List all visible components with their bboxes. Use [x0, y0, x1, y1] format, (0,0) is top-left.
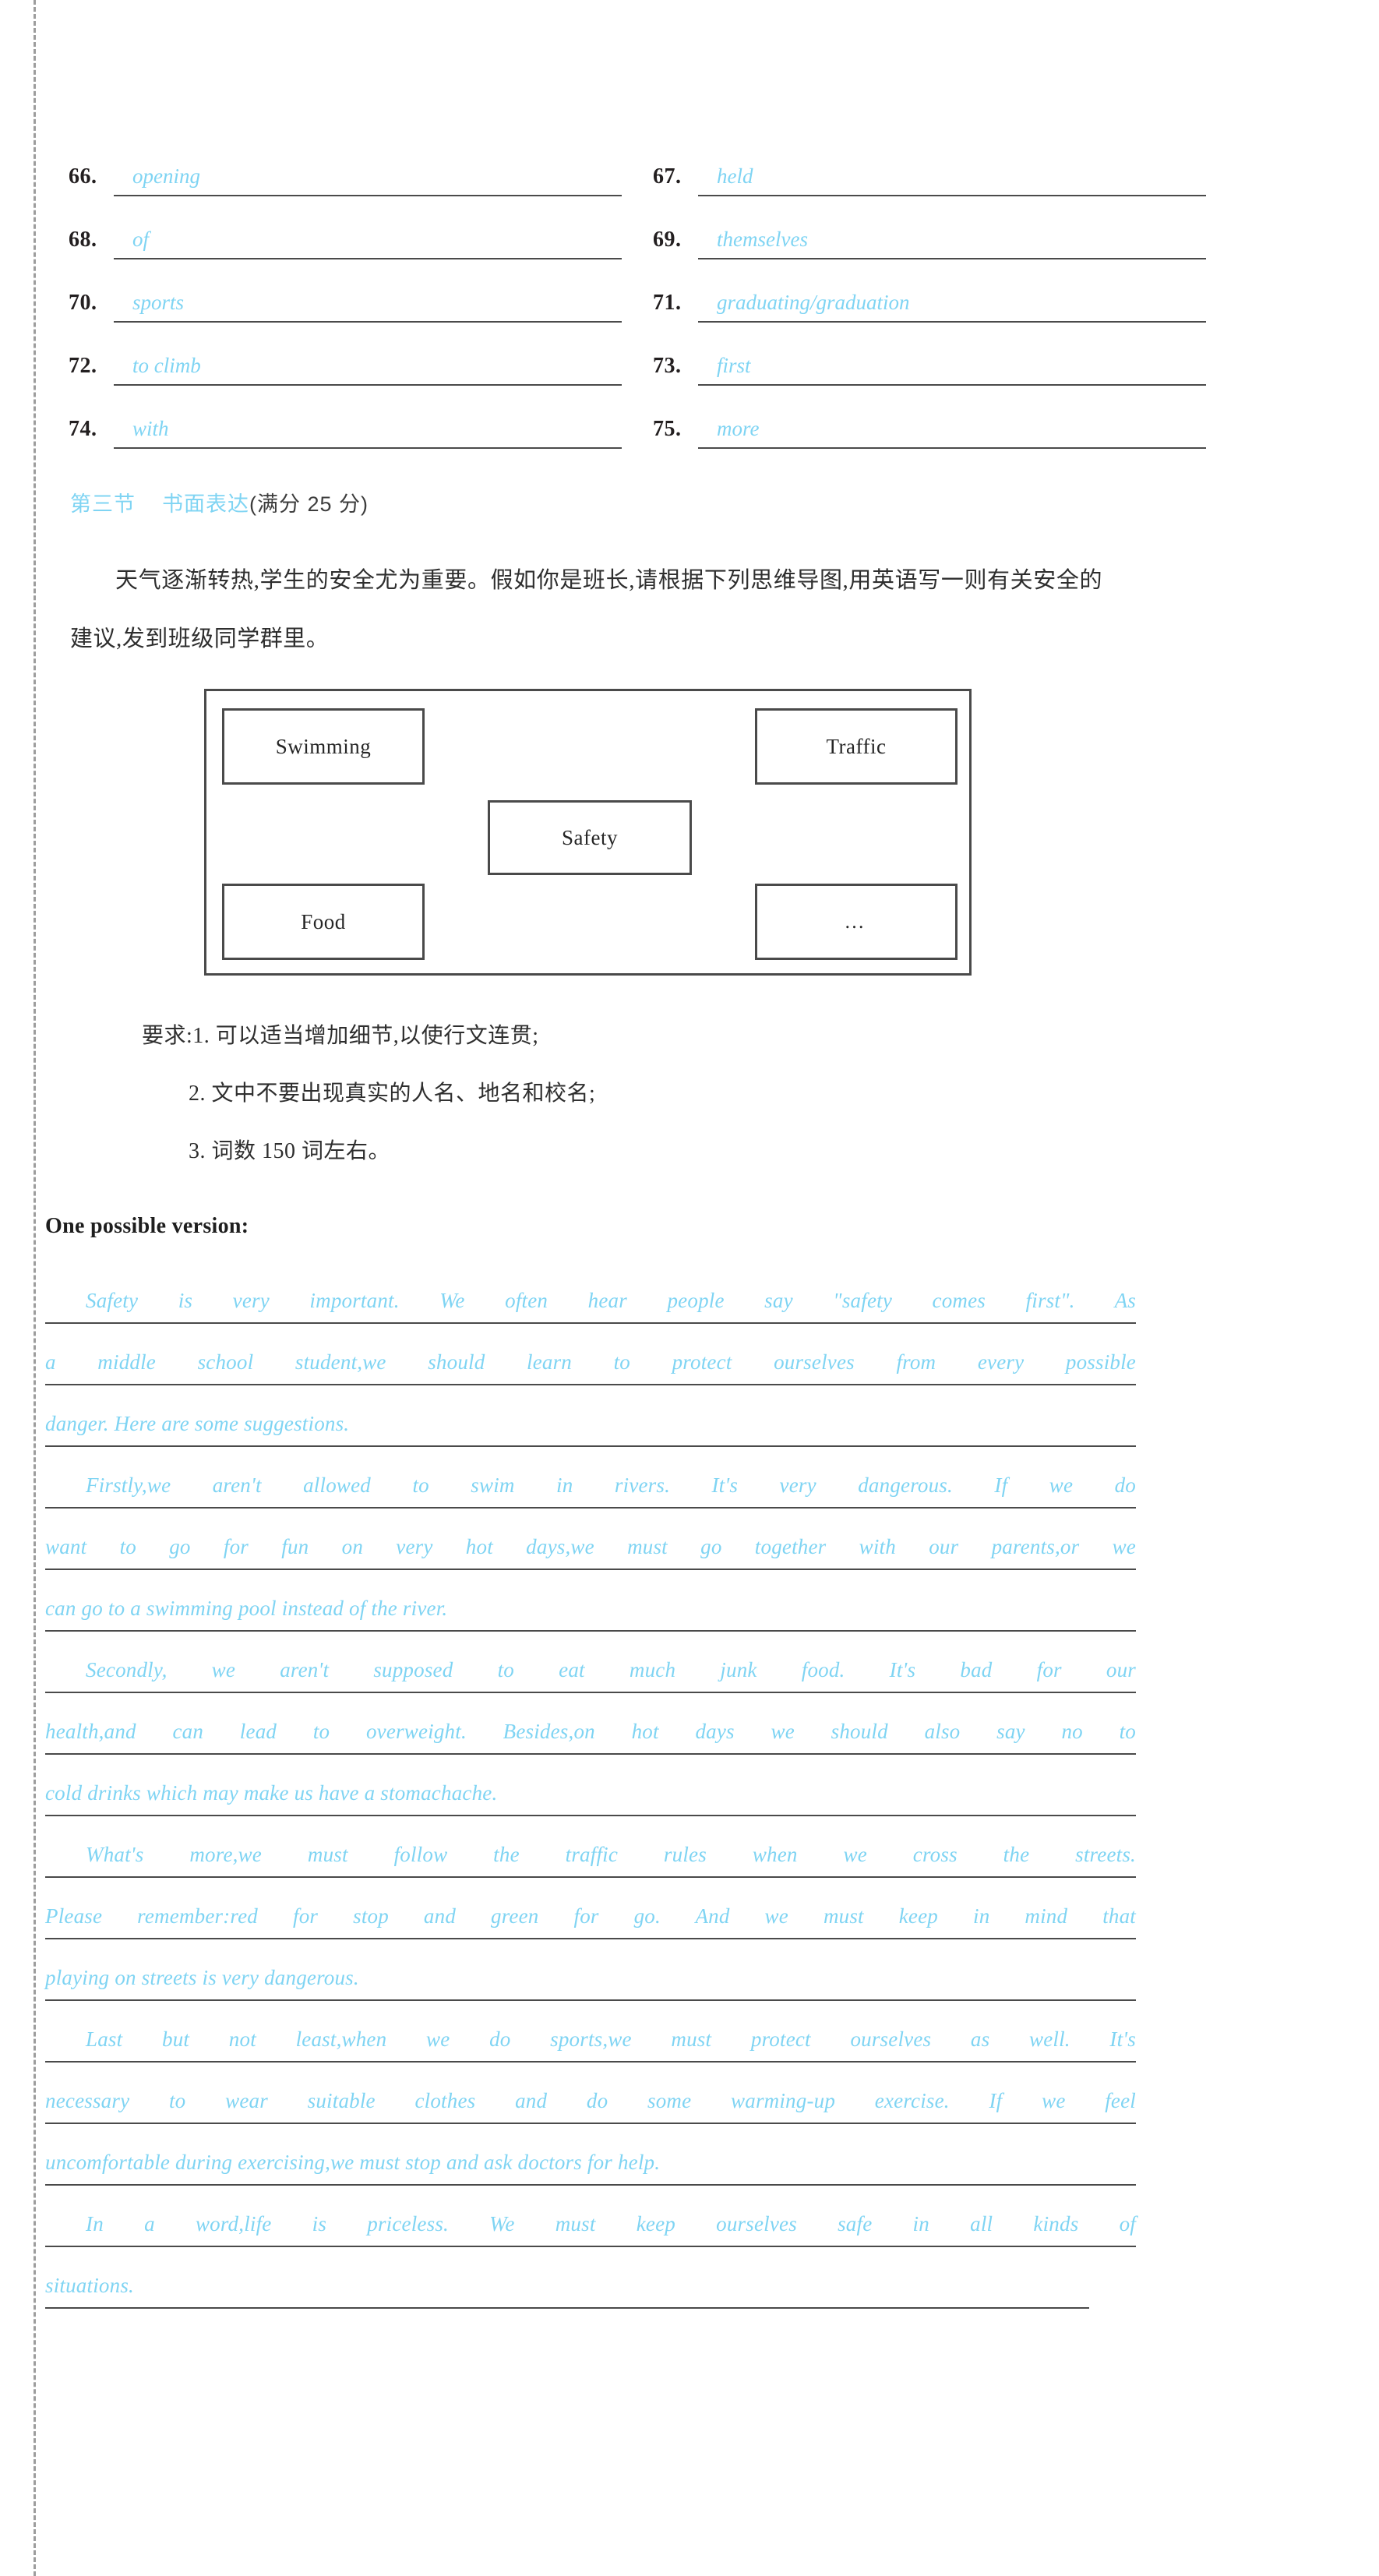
essay-line[interactable]: Firstly,we aren't allowed to swim in riv…: [45, 1447, 1136, 1509]
answer-value: to climb: [132, 354, 201, 377]
answer-item-71: 71. graduating/graduation: [653, 288, 1206, 351]
essay-line[interactable]: can go to a swimming pool instead of the…: [45, 1570, 1136, 1632]
answer-row: 72. to climb 73. first: [69, 351, 1315, 415]
answer-item-68: 68. of: [69, 225, 622, 288]
answer-item-74: 74. with: [69, 415, 622, 478]
requirement-item-3: 3. 词数 150 词左右。: [189, 1139, 391, 1163]
answers-grid: 66. opening 67. held 68. of 69. themselves 70. sp…: [69, 162, 1315, 478]
requirement-item-2: 2. 文中不要出现真实的人名、地名和校名;: [189, 1082, 596, 1106]
essay-line-text: What's more,we must follow the traffic r…: [86, 1843, 1136, 1866]
essay-line[interactable]: want to go for fun on very hot days,we m…: [45, 1509, 1136, 1570]
answer-blank-line[interactable]: opening: [114, 162, 622, 196]
answer-row: 74. with 75. more: [69, 415, 1315, 478]
one-possible-version-title: One possible version:: [45, 1214, 249, 1238]
essay-line-text: uncomfortable during exercising,we must …: [45, 2151, 661, 2174]
answer-blank-line[interactable]: sports: [114, 288, 622, 323]
requirement-item-1: 要求:1. 可以适当增加细节,以使行文连贯;: [142, 1024, 539, 1048]
essay-line[interactable]: health,and can lead to overweight. Besid…: [45, 1693, 1136, 1755]
answer-number: 72.: [69, 354, 97, 378]
essay-line[interactable]: a middle school student,we should learn …: [45, 1324, 1136, 1385]
answer-number: 70.: [69, 291, 97, 315]
answer-item-72: 72. to climb: [69, 351, 622, 415]
answer-blank-line[interactable]: of: [114, 225, 622, 259]
answer-value: graduating/graduation: [717, 291, 910, 314]
answer-number: 68.: [69, 228, 97, 252]
diagram-box-ellipsis: …: [755, 884, 958, 960]
essay-line[interactable]: What's more,we must follow the traffic r…: [45, 1816, 1136, 1878]
answer-number: 74.: [69, 417, 97, 441]
answer-key-page: 66. opening 67. held 68. of 69. themselves 70. sp…: [0, 0, 1379, 2576]
answer-blank-line[interactable]: with: [114, 415, 622, 449]
essay-line[interactable]: Last but not least,when we do sports,we …: [45, 2001, 1136, 2063]
essay-line-text: Firstly,we aren't allowed to swim in riv…: [86, 1473, 1136, 1497]
answer-item-73: 73. first: [653, 351, 1206, 415]
essay-line[interactable]: playing on streets is very dangerous.: [45, 1939, 1136, 2001]
diagram-box-safety: Safety: [488, 800, 692, 875]
section-score: (满分 25 分): [249, 492, 369, 516]
answer-row: 68. of 69. themselves: [69, 225, 1315, 288]
answer-value: first: [717, 354, 751, 377]
answer-number: 66.: [69, 164, 97, 189]
answer-value: opening: [132, 164, 200, 188]
diagram-box-swimming: Swimming: [222, 708, 425, 785]
answer-blank-line[interactable]: held: [698, 162, 1206, 196]
answer-item-66: 66. opening: [69, 162, 622, 225]
essay-line-text: In a word,life is priceless. We must kee…: [86, 2212, 1136, 2235]
essay-line[interactable]: danger. Here are some suggestions.: [45, 1385, 1136, 1447]
answer-item-67: 67. held: [653, 162, 1206, 225]
answer-item-70: 70. sports: [69, 288, 622, 351]
section-heading: 第三节 书面表达(满分 25 分): [70, 487, 369, 517]
essay-line[interactable]: Secondly, we aren't supposed to eat much…: [45, 1632, 1136, 1693]
answer-row: 70. sports 71. graduating/graduation: [69, 288, 1315, 351]
answer-number: 67.: [653, 164, 682, 189]
essay-line[interactable]: uncomfortable during exercising,we must …: [45, 2124, 1136, 2186]
page-cut-dashed-line: [34, 0, 36, 2576]
section-number: 第三节: [70, 492, 136, 516]
diagram-box-traffic: Traffic: [755, 708, 958, 785]
essay-line-text: playing on streets is very dangerous.: [45, 1966, 359, 1989]
answer-blank-line[interactable]: graduating/graduation: [698, 288, 1206, 323]
mind-map-diagram: Swimming Traffic Safety Food …: [204, 689, 972, 976]
essay-line[interactable]: Safety is very important. We often hear …: [45, 1262, 1136, 1324]
answer-value: more: [717, 417, 760, 440]
model-essay: Safety is very important. We often hear …: [45, 1262, 1136, 2309]
essay-line-text: Safety is very important. We often hear …: [86, 1289, 1136, 1312]
essay-line-text: can go to a swimming pool instead of the…: [45, 1597, 448, 1620]
diagram-box-food: Food: [222, 884, 425, 960]
essay-line-text: cold drinks which may make us have a sto…: [45, 1781, 498, 1805]
answer-number: 75.: [653, 417, 682, 441]
essay-line[interactable]: cold drinks which may make us have a sto…: [45, 1755, 1136, 1816]
requirements-list: 要求:1. 可以适当增加细节,以使行文连贯; 2. 文中不要出现真实的人名、地名…: [142, 1007, 999, 1180]
essay-line[interactable]: In a word,life is priceless. We must kee…: [45, 2186, 1136, 2247]
essay-line-text: Secondly, we aren't supposed to eat much…: [86, 1658, 1136, 1681]
answer-item-69: 69. themselves: [653, 225, 1206, 288]
essay-line-text: Last but not least,when we do sports,we …: [86, 2027, 1136, 2051]
answer-number: 69.: [653, 228, 682, 252]
answer-item-75: 75. more: [653, 415, 1206, 478]
answer-value: sports: [132, 291, 185, 314]
essay-line-text: necessary to wear suitable clothes and d…: [45, 2089, 1136, 2112]
answer-row: 66. opening 67. held: [69, 162, 1315, 225]
essay-line-text: want to go for fun on very hot days,we m…: [45, 1535, 1136, 1558]
answer-number: 71.: [653, 291, 682, 315]
essay-line-text: danger. Here are some suggestions.: [45, 1412, 350, 1435]
answer-blank-line[interactable]: themselves: [698, 225, 1206, 259]
answer-number: 73.: [653, 354, 682, 378]
essay-line[interactable]: necessary to wear suitable clothes and d…: [45, 2063, 1136, 2124]
answer-blank-line[interactable]: more: [698, 415, 1206, 449]
answer-value: themselves: [717, 228, 808, 251]
answer-blank-line[interactable]: first: [698, 351, 1206, 386]
essay-line-text: health,and can lead to overweight. Besid…: [45, 1720, 1136, 1743]
essay-line[interactable]: situations.: [45, 2247, 1089, 2309]
answer-blank-line[interactable]: to climb: [114, 351, 622, 386]
section-title: 书面表达: [162, 492, 249, 516]
essay-line[interactable]: Please remember:red for stop and green f…: [45, 1878, 1136, 1939]
answer-value: with: [132, 417, 169, 440]
essay-line-text: situations.: [45, 2274, 134, 2297]
essay-line-text: Please remember:red for stop and green f…: [45, 1904, 1136, 1928]
answer-value: held: [717, 164, 753, 188]
writing-prompt: 天气逐渐转热,学生的安全尤为重要。假如你是班长,请根据下列思维导图,用英语写一则…: [70, 568, 1102, 651]
answer-value: of: [132, 228, 150, 251]
essay-line-text: a middle school student,we should learn …: [45, 1350, 1136, 1374]
